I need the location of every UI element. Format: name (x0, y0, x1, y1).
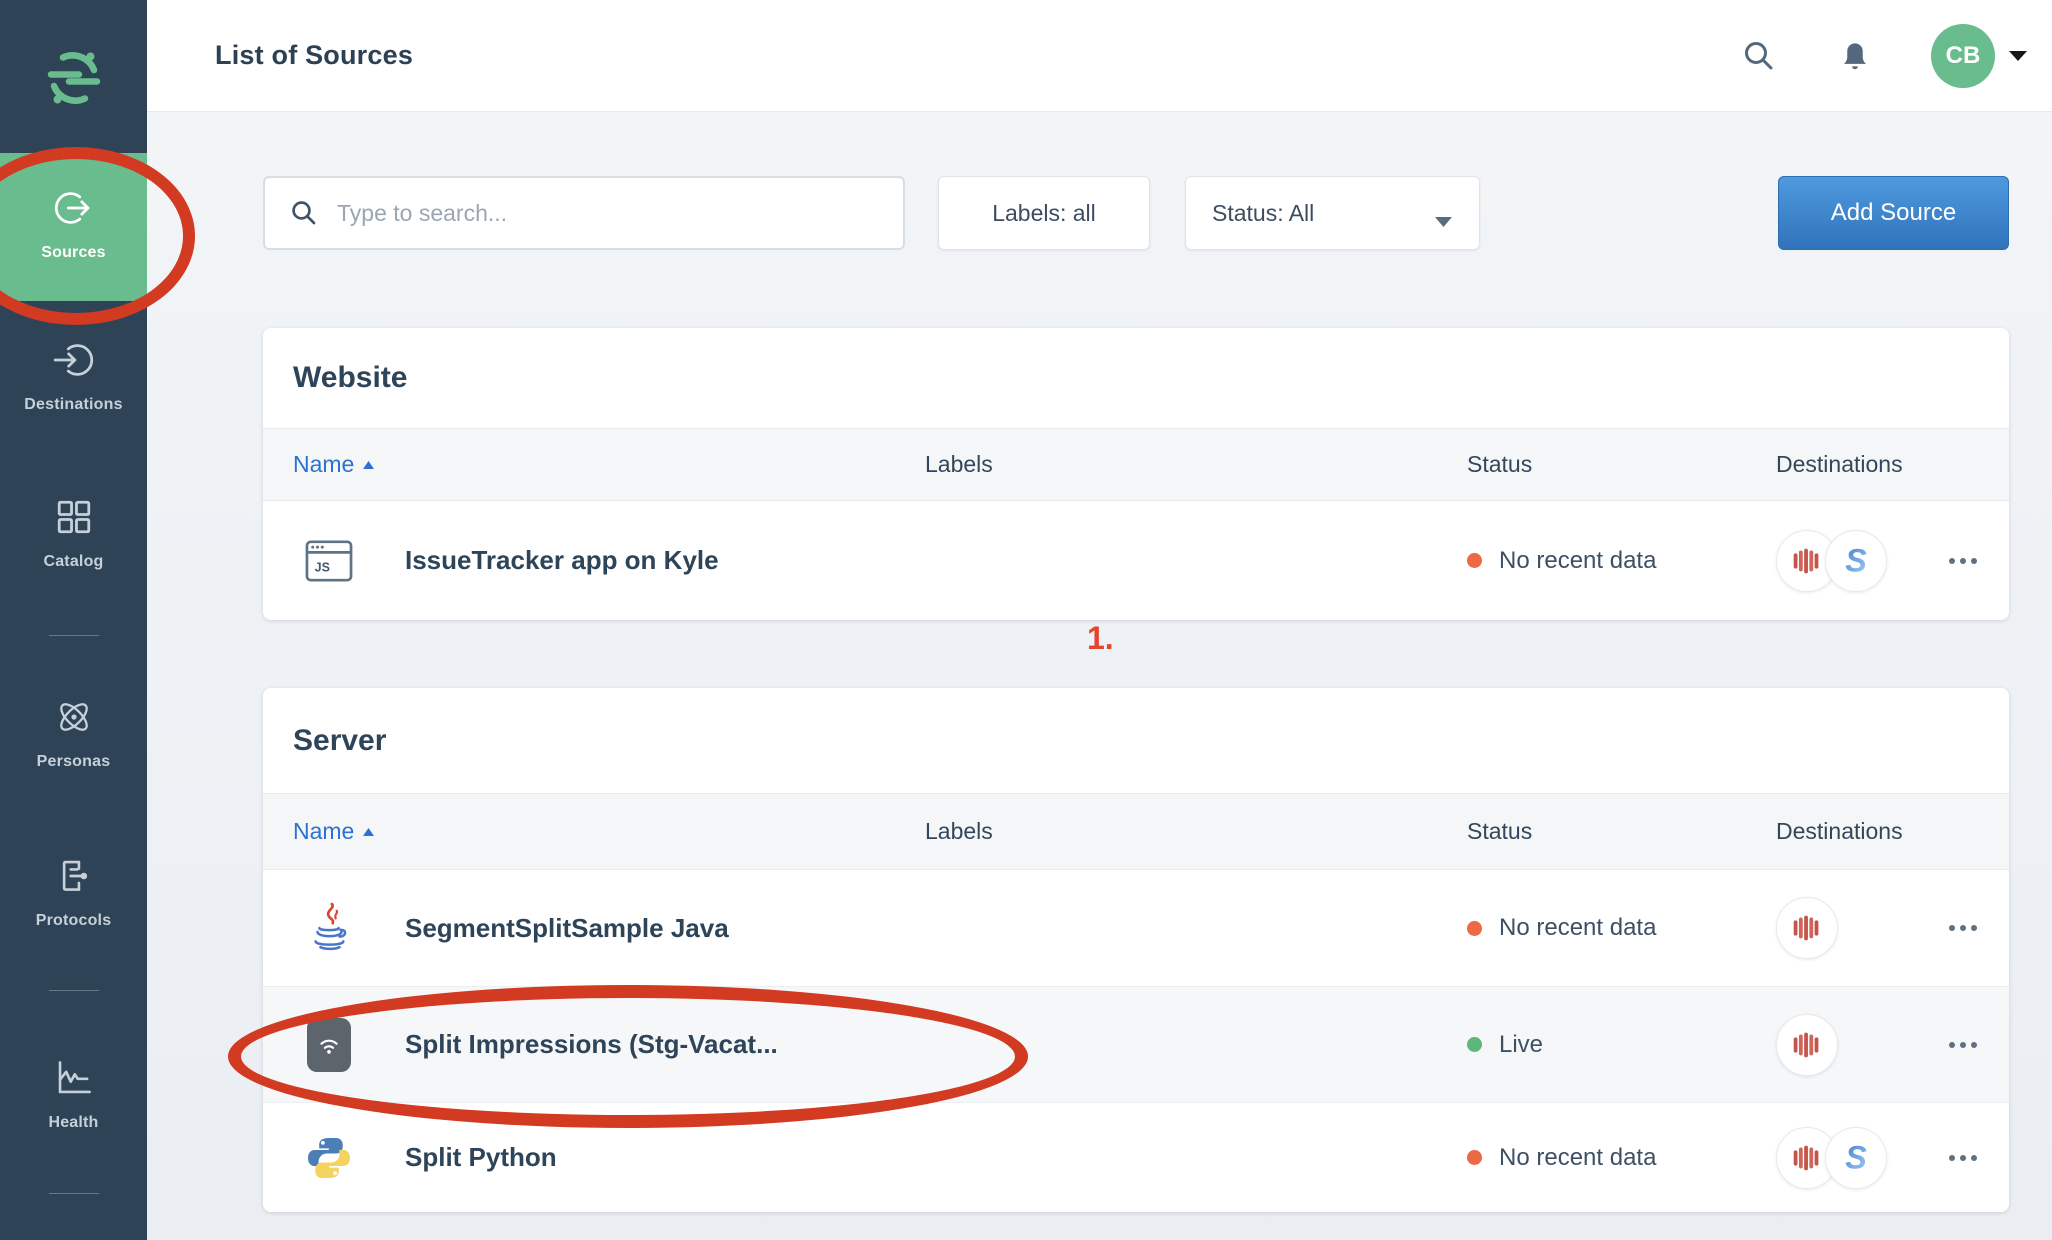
labels-filter-button[interactable]: Labels: all (938, 176, 1150, 250)
sidebar-item-personas[interactable]: Personas (0, 694, 147, 771)
sidebar-item-destinations[interactable]: Destinations (0, 337, 147, 414)
sidebar-divider (49, 1193, 99, 1194)
status-cell: No recent data (1467, 1144, 1776, 1172)
filter-bar: Labels: all Status: All Add Source (263, 176, 2009, 250)
content-area: Labels: all Status: All Add Source Websi… (147, 112, 2052, 1240)
sidebar-item-health[interactable]: Health (0, 1055, 147, 1132)
redshift-destination-icon[interactable] (1776, 1014, 1838, 1076)
redshift-destination-icon[interactable] (1776, 897, 1838, 959)
website-section-card: Website Name Labels Status Destinations (263, 328, 2009, 620)
sidebar-nav: Sources Destinations (0, 110, 147, 1194)
column-header-name[interactable]: Name (293, 818, 925, 845)
source-name: Split Python (405, 1142, 557, 1173)
column-header-labels: Labels (925, 818, 1467, 845)
column-header-destinations: Destinations (1776, 451, 1915, 478)
status-dot (1467, 1150, 1482, 1165)
sidebar: Sources Destinations (0, 0, 147, 1240)
health-icon (51, 1055, 97, 1101)
destinations-cell (1776, 1014, 1915, 1076)
sidebar-item-catalog[interactable]: Catalog (0, 494, 147, 571)
table-header-row: Name Labels Status Destinations (263, 793, 2009, 870)
sidebar-item-label: Protocols (36, 912, 112, 930)
column-header-labels: Labels (925, 451, 1467, 478)
server-section-card: Server Name Labels Status Destinations (263, 688, 2009, 1212)
sidebar-item-label: Destinations (24, 396, 122, 414)
chevron-down-icon (1434, 207, 1453, 219)
status-dot (1467, 921, 1482, 936)
section-title: Website (263, 328, 2009, 428)
app-root: Sources Destinations (0, 0, 2052, 1240)
column-header-name[interactable]: Name (293, 451, 925, 478)
svg-text:S: S (1845, 542, 1867, 578)
destinations-cell: S (1776, 1127, 1915, 1189)
avatar[interactable]: CB (1931, 24, 1995, 88)
table-header-row: Name Labels Status Destinations (263, 428, 2009, 501)
blue-s-destination-icon[interactable]: S (1825, 530, 1887, 592)
table-row-split-impressions[interactable]: Split Impressions (Stg-Vacat... Live (263, 986, 2009, 1102)
row-menu-ellipsis-icon[interactable] (1947, 1149, 1979, 1167)
sidebar-item-label: Personas (37, 753, 111, 771)
svg-text:S: S (1845, 1139, 1867, 1175)
destinations-cell: S (1776, 530, 1915, 592)
sort-ascending-icon (363, 828, 374, 836)
status-cell: Live (1467, 1031, 1776, 1059)
status-text: No recent data (1499, 547, 1656, 575)
bell-icon[interactable] (1837, 38, 1873, 74)
add-source-button[interactable]: Add Source (1778, 176, 2009, 250)
status-text: No recent data (1499, 1144, 1656, 1172)
sidebar-item-label: Sources (41, 244, 106, 262)
personas-icon (51, 694, 97, 740)
destinations-icon (51, 337, 97, 383)
row-menu-ellipsis-icon[interactable] (1947, 1036, 1979, 1054)
chevron-down-icon[interactable] (2008, 49, 2028, 62)
sidebar-item-label: Health (48, 1114, 98, 1132)
table-row-java[interactable]: SegmentSplitSample Java No recent data (263, 870, 2009, 986)
status-cell: No recent data (1467, 547, 1776, 575)
java-icon (303, 900, 355, 956)
protocols-icon (51, 853, 97, 899)
column-header-destinations: Destinations (1776, 818, 1915, 845)
column-header-status: Status (1467, 818, 1776, 845)
table-row-issuetracker[interactable]: JS IssueTracker app on Kyle No recent da… (263, 501, 2009, 620)
status-text: No recent data (1499, 914, 1656, 942)
search-icon (289, 198, 319, 228)
header-actions: CB (1741, 24, 2028, 88)
javascript-website-icon: JS (303, 533, 355, 589)
source-name: SegmentSplitSample Java (405, 913, 729, 944)
search-icon[interactable] (1741, 38, 1777, 74)
wifi-signal-icon (303, 1017, 355, 1073)
svg-text:JS: JS (315, 560, 330, 574)
section-title: Server (263, 688, 2009, 793)
column-header-status: Status (1467, 451, 1776, 478)
main-area: List of Sources CB (147, 0, 2052, 1240)
segment-logo[interactable] (42, 46, 106, 110)
table-row-split-python[interactable]: Split Python No recent data (263, 1102, 2009, 1212)
source-name: Split Impressions (Stg-Vacat... (405, 1029, 778, 1060)
search-input[interactable] (337, 200, 883, 227)
sidebar-divider (49, 635, 99, 636)
top-header: List of Sources CB (147, 0, 2052, 112)
status-dot (1467, 553, 1482, 568)
sidebar-item-sources[interactable]: Sources (0, 153, 147, 301)
status-filter-value: Status: All (1212, 200, 1314, 227)
sidebar-item-label: Catalog (43, 553, 103, 571)
row-menu-ellipsis-icon[interactable] (1947, 919, 1979, 937)
status-cell: No recent data (1467, 914, 1776, 942)
blue-s-destination-icon[interactable]: S (1825, 1127, 1887, 1189)
status-filter-dropdown[interactable]: Status: All (1185, 176, 1480, 250)
sources-icon (51, 185, 97, 231)
sidebar-item-protocols[interactable]: Protocols (0, 853, 147, 930)
sidebar-divider (49, 990, 99, 991)
python-icon (303, 1130, 355, 1186)
source-name: IssueTracker app on Kyle (405, 545, 719, 576)
catalog-icon (51, 494, 97, 540)
sort-ascending-icon (363, 461, 374, 469)
page-title: List of Sources (215, 40, 413, 71)
status-text: Live (1499, 1031, 1543, 1059)
search-box (263, 176, 905, 250)
destinations-cell (1776, 897, 1915, 959)
row-menu-ellipsis-icon[interactable] (1947, 552, 1979, 570)
status-dot (1467, 1037, 1482, 1052)
